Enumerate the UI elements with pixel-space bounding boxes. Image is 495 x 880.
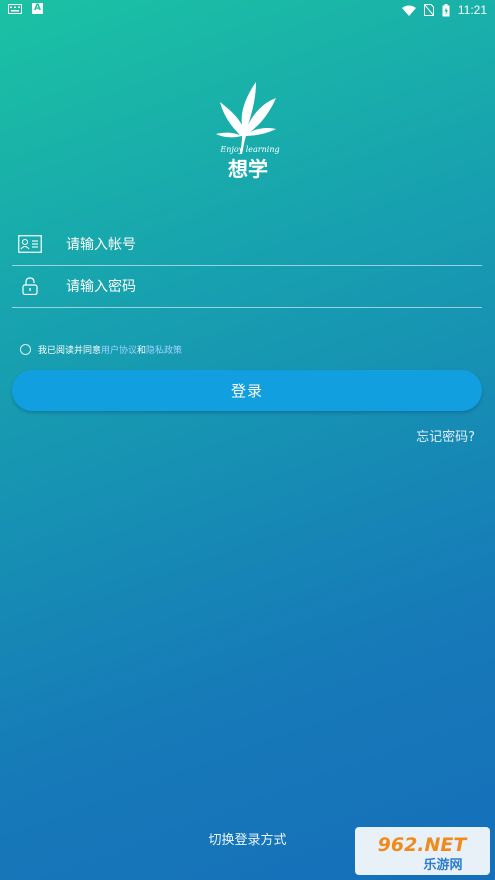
watermark-bottom: 乐游网 [423,857,462,873]
status-bar: A 11:21 [0,0,495,20]
lock-icon [22,277,38,295]
password-field [12,267,482,308]
logo-brand: 想学 [228,157,268,181]
account-input[interactable] [66,231,466,259]
site-watermark: 962.NET 乐游网 [355,827,490,875]
keyboard-icon [8,3,22,14]
login-button[interactable]: 登录 [12,370,482,411]
logo-tagline: Enjoy learning [219,145,279,154]
user-agreement-link[interactable]: 用户协议 [101,343,137,356]
agreement-row: 我已阅读并同意 用户协议 和 隐私政策 [20,343,182,356]
forgot-password-link[interactable]: 忘记密码? [416,426,475,445]
app-logo: Enjoy learning 想学 [216,82,280,181]
password-input[interactable] [66,273,466,301]
no-sim-icon [423,4,434,16]
logo-leaf-icon [216,82,276,154]
watermark-top: 962.NET [378,834,469,856]
wifi-icon [401,5,416,16]
agreement-prefix: 我已阅读并同意 [38,346,102,356]
battery-icon [442,3,450,16]
status-time: 11:21 [457,3,487,17]
account-field [12,225,482,266]
notification-a-icon: A [32,3,43,14]
agreement-radio[interactable] [20,344,31,355]
agreement-and: 和 [137,346,147,356]
privacy-policy-link[interactable]: 隐私政策 [146,343,182,356]
id-card-icon [18,235,42,253]
